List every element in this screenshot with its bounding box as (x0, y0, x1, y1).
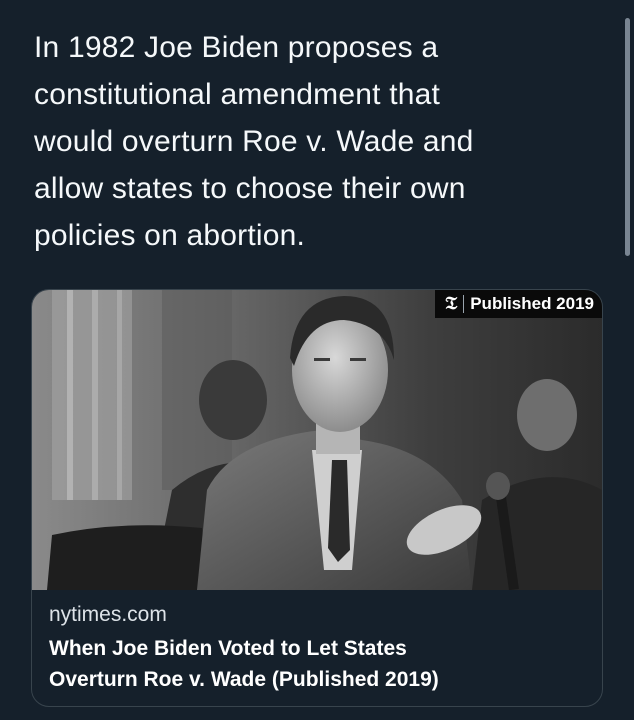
link-preview-card[interactable]: 𝔗 Published 2019 nytimes.com When Joe Bi… (31, 289, 603, 707)
published-label: Published 2019 (470, 294, 594, 313)
scrollbar[interactable] (625, 18, 630, 256)
card-domain[interactable]: nytimes.com (49, 602, 589, 628)
nyt-logo-icon: 𝔗 (445, 293, 458, 314)
card-title[interactable]: When Joe Biden Voted to Let States Overt… (49, 633, 589, 695)
article-photo[interactable]: 𝔗 Published 2019 (32, 290, 602, 590)
published-badge: 𝔗 Published 2019 (435, 290, 602, 318)
card-meta: nytimes.com When Joe Biden Voted to Let … (49, 602, 589, 695)
tweet-text: In 1982 Joe Biden proposes a constitutio… (34, 31, 474, 252)
badge-divider (463, 295, 465, 313)
article-photo-illustration (32, 290, 602, 590)
